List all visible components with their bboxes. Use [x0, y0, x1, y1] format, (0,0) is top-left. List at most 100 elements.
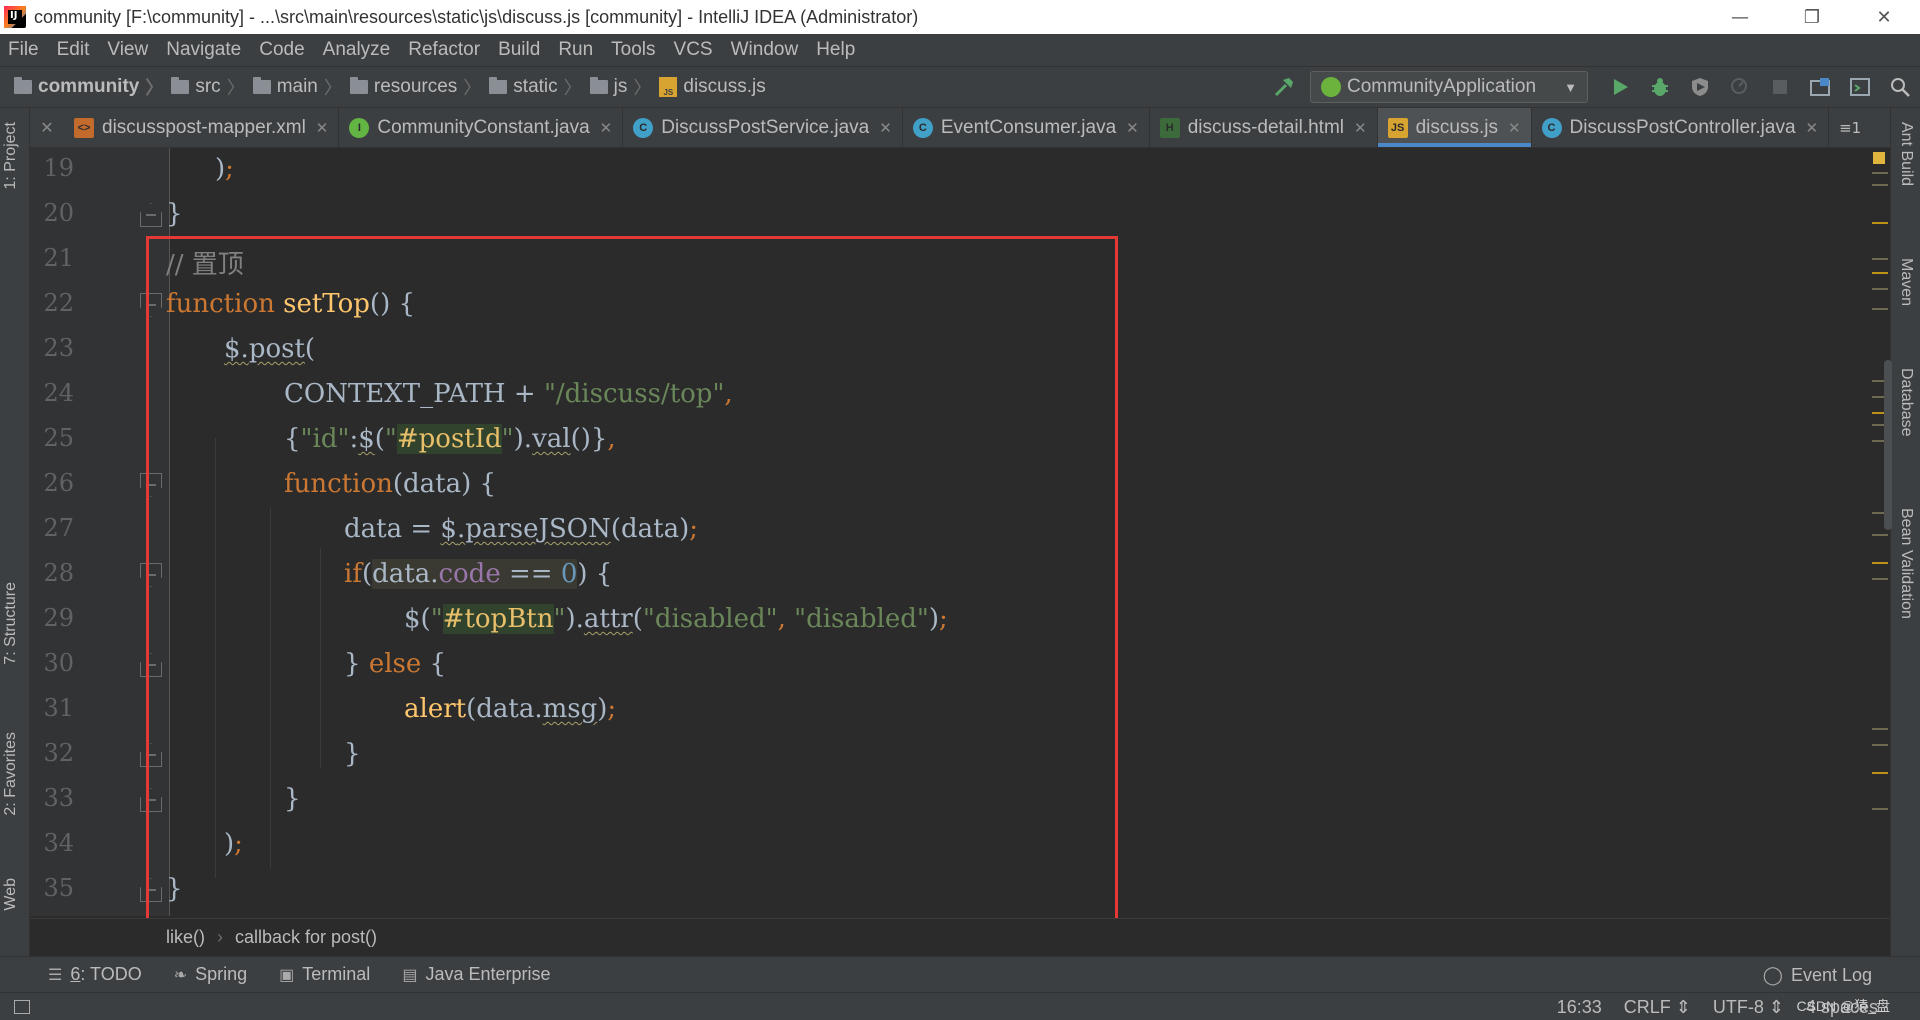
- menu-tools[interactable]: Tools: [611, 39, 655, 61]
- code-line: 22 function setTop() {: [30, 283, 1890, 328]
- java-enterprise-tool-button[interactable]: ▤ Java Enterprise: [402, 964, 550, 985]
- menu-view[interactable]: View: [107, 39, 148, 61]
- menu-code[interactable]: Code: [259, 39, 304, 61]
- tab-discusspost-mapper-xml[interactable]: <> discusspost-mapper.xml ✕: [64, 108, 340, 147]
- line-number: 34: [43, 829, 74, 857]
- menu-file[interactable]: File: [8, 39, 39, 61]
- fold-collapse-icon[interactable]: [140, 788, 162, 812]
- crumb-resources[interactable]: resources 〉: [349, 74, 489, 100]
- todo-tool-button[interactable]: ☰ 6: TODO: [48, 964, 142, 985]
- profile-icon[interactable]: [1720, 67, 1760, 107]
- tab-discuss-js[interactable]: JS discuss.js ✕: [1377, 108, 1532, 147]
- menu-refactor[interactable]: Refactor: [408, 39, 480, 61]
- crumb-main[interactable]: main 〉: [252, 74, 350, 100]
- close-icon[interactable]: ✕: [1126, 119, 1139, 137]
- tab-label: discusspost-mapper.xml: [102, 116, 306, 138]
- tab-discusspost-service-java[interactable]: C DiscussPostService.java ✕: [623, 108, 903, 147]
- close-icon[interactable]: ✕: [879, 119, 892, 137]
- tab-event-consumer-java[interactable]: C EventConsumer.java ✕: [903, 108, 1150, 147]
- menu-help[interactable]: Help: [816, 39, 855, 61]
- toggle-tool-windows-icon[interactable]: [14, 999, 30, 1014]
- warning-indicator-icon[interactable]: [1873, 152, 1885, 164]
- crumb-label: js: [613, 76, 628, 97]
- folder-icon: [171, 77, 190, 94]
- maven-tool-tab[interactable]: Maven: [1897, 258, 1915, 306]
- bean-validation-tool-tab[interactable]: Bean Validation: [1897, 508, 1915, 619]
- line-number: 31: [43, 694, 74, 722]
- stop-icon[interactable]: [1760, 67, 1800, 107]
- crumb-label: resources: [373, 76, 458, 97]
- build-hammer-icon[interactable]: [1272, 75, 1296, 99]
- tool-window-bar: ☰ 6: TODO ❧ Spring ▣ Terminal ▤ Java Ent…: [0, 956, 1920, 992]
- code-line: 19 );: [30, 148, 1890, 193]
- fold-collapse-icon[interactable]: [140, 653, 162, 677]
- caret-position[interactable]: 16:33: [1557, 997, 1602, 1018]
- fold-collapse-icon[interactable]: [140, 743, 162, 767]
- code-line: 28 if(data.code == 0) {: [30, 553, 1890, 598]
- terminal-tool-button[interactable]: ▣ Terminal: [279, 964, 370, 985]
- terminal-toggle-icon[interactable]: [1840, 67, 1880, 107]
- xml-file-icon: <>: [74, 117, 94, 138]
- ant-build-tool-tab[interactable]: Ant Build: [1897, 122, 1915, 186]
- event-log-button[interactable]: ◯ Event Log: [1763, 957, 1872, 993]
- structure-tool-tab[interactable]: 7: Structure: [2, 582, 20, 665]
- crumb-label: static: [513, 76, 558, 97]
- menu-analyze[interactable]: Analyze: [323, 39, 391, 61]
- menu-window[interactable]: Window: [731, 39, 799, 61]
- debug-icon[interactable]: [1640, 67, 1680, 107]
- tabs-overflow-button[interactable]: ≡1: [1829, 108, 1861, 147]
- close-button[interactable]: ✕: [1848, 0, 1920, 34]
- crumb-static[interactable]: static 〉: [489, 74, 589, 100]
- line-separator[interactable]: CRLF ⇕: [1624, 997, 1691, 1018]
- menu-vcs[interactable]: VCS: [674, 39, 713, 61]
- menu-build[interactable]: Build: [498, 39, 540, 61]
- close-icon[interactable]: ✕: [1806, 119, 1819, 137]
- tab-discusspost-controller-java[interactable]: C DiscussPostController.java ✕: [1532, 108, 1830, 147]
- tab-community-constant-java[interactable]: I CommunityConstant.java ✕: [339, 108, 624, 147]
- fold-collapse-icon[interactable]: [140, 203, 162, 227]
- run-icon[interactable]: [1600, 67, 1640, 107]
- line-number: 21: [43, 244, 74, 272]
- crumb-js[interactable]: js 〉: [589, 74, 660, 100]
- fold-expand-icon[interactable]: [140, 563, 162, 587]
- minimize-button[interactable]: —: [1704, 0, 1776, 34]
- web-tool-tab[interactable]: Web: [2, 878, 20, 911]
- tab-label: EventConsumer.java: [940, 116, 1117, 138]
- project-structure-icon[interactable]: [1800, 67, 1840, 107]
- close-icon[interactable]: ✕: [600, 119, 613, 137]
- code-line: 30 } else {: [30, 643, 1890, 688]
- crumb-like[interactable]: like(): [166, 927, 205, 948]
- title-bar: IJ community [F:\community] - ...\src\ma…: [0, 0, 1920, 34]
- tab-discuss-detail-html[interactable]: H discuss-detail.html ✕: [1150, 108, 1378, 147]
- fold-expand-icon[interactable]: [140, 473, 162, 497]
- menu-edit[interactable]: Edit: [57, 39, 90, 61]
- fold-expand-icon[interactable]: [140, 293, 162, 317]
- crumb-callback[interactable]: callback for post(): [235, 927, 377, 948]
- favorites-tool-tab[interactable]: 2: Favorites: [2, 732, 20, 816]
- project-tool-tab[interactable]: 1: Project: [2, 122, 20, 190]
- close-icon[interactable]: ✕: [1354, 119, 1367, 137]
- menu-navigate[interactable]: Navigate: [166, 39, 241, 61]
- maximize-button[interactable]: ❐: [1776, 0, 1848, 34]
- close-icon[interactable]: ✕: [30, 108, 64, 147]
- tab-label: discuss.js: [1415, 116, 1498, 138]
- menu-run[interactable]: Run: [558, 39, 593, 61]
- crumb-community[interactable]: community 〉: [14, 74, 171, 100]
- crumb-discuss-js[interactable]: JS discuss.js: [659, 76, 766, 98]
- search-icon[interactable]: [1880, 67, 1920, 107]
- crumb-src[interactable]: src 〉: [171, 74, 252, 100]
- file-encoding[interactable]: UTF-8 ⇕: [1713, 997, 1784, 1018]
- fold-collapse-icon[interactable]: [140, 878, 162, 902]
- error-stripe[interactable]: [1870, 148, 1892, 916]
- close-icon[interactable]: ✕: [316, 119, 329, 137]
- code-line: 27 data = $.parseJSON(data);: [30, 508, 1890, 553]
- close-icon[interactable]: ✕: [1508, 119, 1521, 137]
- scrollbar-thumb[interactable]: [1884, 360, 1892, 530]
- run-configuration-select[interactable]: CommunityApplication ▼: [1310, 71, 1588, 103]
- coverage-icon[interactable]: [1680, 67, 1720, 107]
- watermark: CSDN @猿_盘: [1796, 998, 1890, 1014]
- interface-icon: I: [349, 117, 370, 138]
- spring-tool-button[interactable]: ❧ Spring: [174, 964, 247, 985]
- database-tool-tab[interactable]: Database: [1897, 368, 1915, 437]
- code-editor[interactable]: 19 ); 20 } 21 // 置顶 22 function setTop()…: [30, 148, 1890, 916]
